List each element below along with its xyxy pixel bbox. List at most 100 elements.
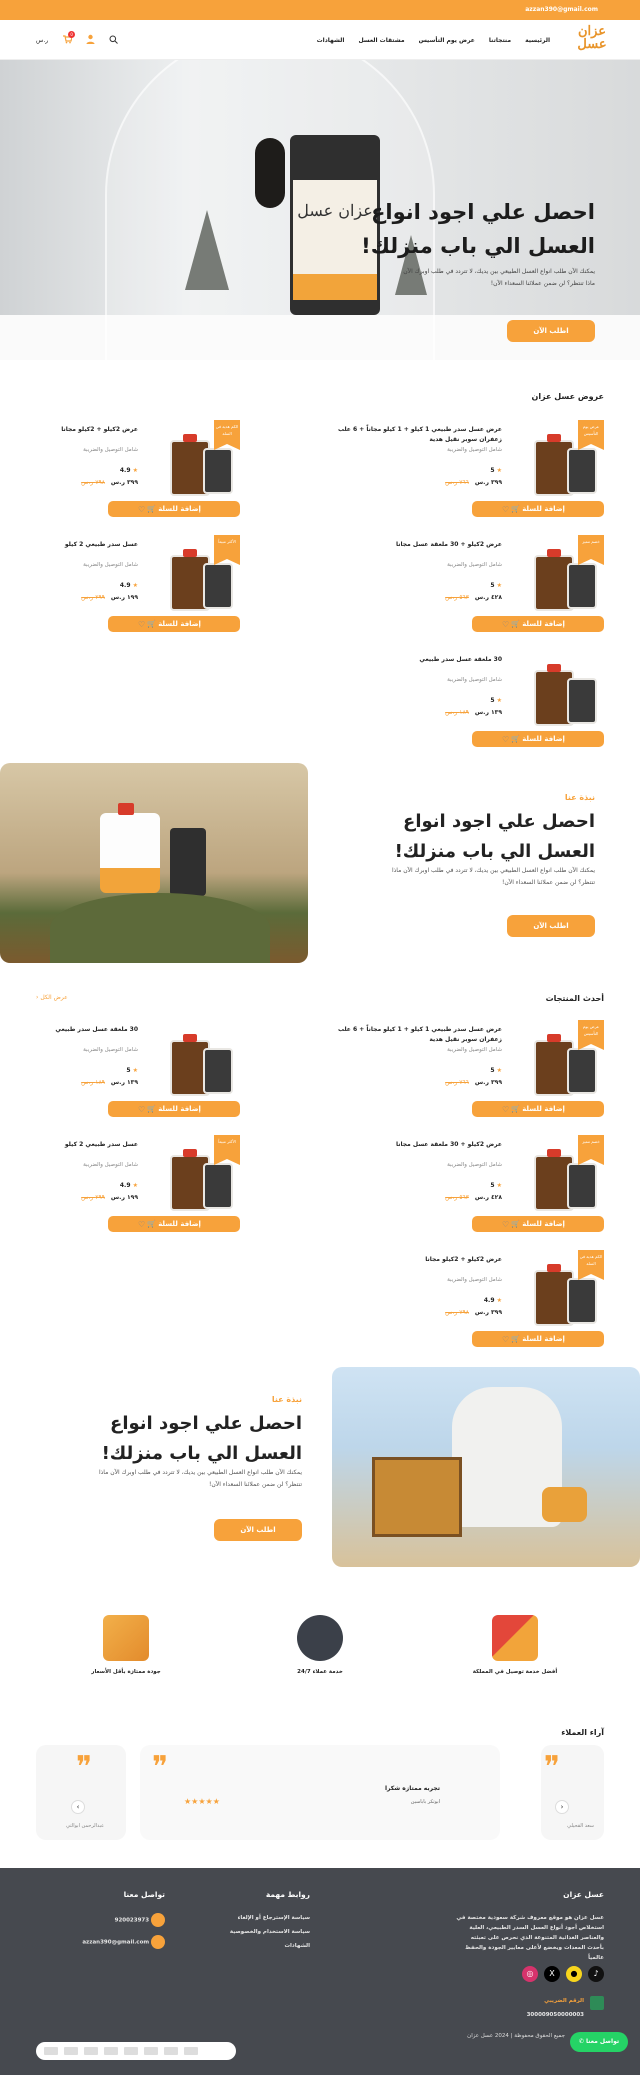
nav-certificates[interactable]: الشهادات	[317, 37, 345, 44]
about-order-button[interactable]: اطلب الآن	[507, 915, 595, 937]
hero-order-button[interactable]: اطلب الآن	[507, 320, 595, 342]
product-title[interactable]: عرض عسل سدر طبيعي 1 كيلو + 1 كيلو مجاناً…	[337, 425, 502, 445]
nav-founding-day[interactable]: عرض يوم التأسيس	[419, 37, 475, 44]
wishlist-heart-icon[interactable]: ♡	[502, 505, 509, 514]
phone-icon	[151, 1913, 165, 1927]
product-card[interactable]: عرض يوم التأسيس عرض عسل سدر طبيعي 1 كيلو …	[334, 1015, 604, 1125]
footer-link-privacy[interactable]: سياسة الاستخدام والخصوصية	[190, 1927, 310, 1937]
instagram-icon[interactable]: ◎	[522, 1966, 538, 1982]
site-logo[interactable]: عزان عسل	[574, 25, 610, 57]
search-icon[interactable]	[109, 35, 118, 46]
product-card[interactable]: عرض يوم التأسيس عرض عسل سدر طبيعي 1 كيلو …	[334, 415, 604, 525]
honey-jug	[203, 1048, 233, 1094]
rating-value: 4.9	[119, 1182, 131, 1189]
star-icon: ★	[496, 697, 502, 704]
review-left-name: عبدالرحمن ابوالتي	[66, 1823, 105, 1829]
wishlist-heart-icon[interactable]: ♡	[502, 1220, 509, 1229]
currency-label[interactable]: ر.س	[36, 37, 48, 44]
nav-derivatives[interactable]: مشتقات العسل	[358, 37, 404, 44]
price-old: ١٨٩ ر.س	[445, 709, 469, 716]
add-to-cart-button[interactable]: 🛒 إضافة للسلة	[472, 1331, 604, 1347]
add-to-cart-button[interactable]: 🛒 إضافة للسلة	[472, 616, 604, 632]
footer-phone: 920023973	[114, 1917, 150, 1924]
review-prev-arrow[interactable]: ‹	[71, 1800, 85, 1814]
payment-methods	[36, 2042, 236, 2060]
tax-label: الرقم الضريبي	[544, 1998, 584, 2004]
add-to-cart-label: إضافة للسلة	[522, 620, 565, 628]
star-icon: ★	[132, 582, 138, 589]
footer-phone-row[interactable]: 920023973	[35, 1913, 165, 1927]
hero-subtitle: يمكنك الآن طلب انواع العسل الطبيعي بين ي…	[403, 268, 595, 287]
product-rating: ★ 5	[490, 1182, 502, 1189]
wishlist-heart-icon[interactable]: ♡	[502, 1105, 509, 1114]
snapchat-icon[interactable]: ●	[566, 1966, 582, 1982]
about2-order-button[interactable]: اطلب الآن	[214, 1519, 302, 1541]
reviews-title: آراء العملاء	[561, 1728, 604, 1737]
rating-value: 5	[490, 1182, 495, 1189]
footer-email-row[interactable]: azzan390@gmail.com	[35, 1935, 165, 1949]
add-to-cart-button[interactable]: 🛒 إضافة للسلة	[108, 501, 240, 517]
nav-products[interactable]: منتجاتنا	[489, 37, 511, 44]
product-title[interactable]: عرض 2كيلو + 2كيلو مجانا	[337, 1255, 502, 1265]
tiktok-icon[interactable]: ♪	[588, 1966, 604, 1982]
review-next-arrow[interactable]: ›	[555, 1800, 569, 1814]
footer-about: عسل عزان عسل عزان هو موقع معروف شركة سعو…	[454, 1890, 604, 1963]
product-title[interactable]: عسل سدر طبيعي 2 كيلو	[0, 540, 138, 550]
add-to-cart-button[interactable]: 🛒 إضافة للسلة	[108, 616, 240, 632]
whatsapp-button[interactable]: ✆ تواصل معنا	[570, 2032, 628, 2052]
product-title[interactable]: عرض 2كيلو + 2كيلو مجانا	[0, 425, 138, 435]
wishlist-heart-icon[interactable]: ♡	[502, 620, 509, 629]
footer-link-refund[interactable]: سياسة الإسترجاع أو الإلغاء	[190, 1913, 310, 1923]
product-card[interactable]: الكم هدية في السلة عرض 2كيلو + 2كيلو مجان…	[0, 415, 240, 525]
product-price: ١٩٩ ر.س ٢٩٩ ر.س	[81, 594, 138, 601]
product-title[interactable]: عرض عسل سدر طبيعي 1 كيلو + 1 كيلو مجاناً…	[337, 1025, 502, 1045]
add-to-cart-button[interactable]: 🛒 إضافة للسلة	[472, 731, 604, 747]
cart-icon[interactable]: 0	[62, 31, 76, 46]
add-to-cart-button[interactable]: 🛒 إضافة للسلة	[472, 501, 604, 517]
wishlist-heart-icon[interactable]: ♡	[138, 620, 145, 629]
cart-icon: 🛒	[511, 735, 520, 743]
product-title[interactable]: عرض 2كيلو + 30 ملعقة عسل مجانا	[337, 540, 502, 550]
add-to-cart-button[interactable]: 🛒 إضافة للسلة	[108, 1216, 240, 1232]
product-card[interactable]: خصم مميز عرض 2كيلو + 30 ملعقة عسل مجانا شا…	[334, 530, 604, 640]
topbar-email[interactable]: azzan390@gmail.com	[525, 6, 598, 13]
rating-value: 5	[490, 697, 495, 704]
product-image[interactable]	[509, 650, 604, 730]
add-to-cart-button[interactable]: 🛒 إضافة للسلة	[472, 1101, 604, 1117]
honey-jug	[203, 1163, 233, 1209]
wishlist-heart-icon[interactable]: ♡	[138, 1105, 145, 1114]
add-to-cart-button[interactable]: 🛒 إضافة للسلة	[108, 1101, 240, 1117]
x-icon[interactable]: X	[544, 1966, 560, 1982]
product-card[interactable]: 30 ملعقة عسل سدر طبيعي شامل التوصيل والضر…	[0, 1015, 240, 1125]
footer-link-certificates[interactable]: الشهادات	[190, 1941, 310, 1951]
jug-cap	[547, 434, 561, 442]
add-to-cart-button[interactable]: 🛒 إضافة للسلة	[472, 1216, 604, 1232]
top-bar: azzan390@gmail.com	[0, 0, 640, 20]
product-price: ١٣٩ ر.س ١٨٩ ر.س	[81, 1079, 138, 1086]
wishlist-heart-icon[interactable]: ♡	[502, 1335, 509, 1344]
product-card[interactable]: الأكثر مبيعاً عسل سدر طبيعي 2 كيلو شامل ال…	[0, 530, 240, 640]
product-card[interactable]: خصم مميز عرض 2كيلو + 30 ملعقة عسل مجانا شا…	[334, 1130, 604, 1240]
product-title[interactable]: عسل سدر طبيعي 2 كيلو	[0, 1140, 138, 1150]
main-nav: الرئيسية منتجاتنا عرض يوم التأسيس مشتقات…	[317, 37, 550, 44]
view-all-link[interactable]: عرض الكل ‹	[36, 994, 68, 1001]
user-icon[interactable]	[86, 34, 95, 46]
add-to-cart-label: إضافة للسلة	[158, 505, 201, 513]
wishlist-heart-icon[interactable]: ♡	[502, 735, 509, 744]
add-to-cart-label: إضافة للسلة	[522, 505, 565, 513]
star-icon: ★	[496, 467, 502, 474]
product-image[interactable]	[145, 1020, 240, 1100]
footer-about-title: عسل عزان	[563, 1890, 604, 1899]
product-title[interactable]: 30 ملعقة عسل سدر طبيعي	[0, 1025, 138, 1035]
product-shipping: شامل التوصيل والضريبة	[447, 1277, 502, 1283]
product-card[interactable]: الكم هدية في السلة عرض 2كيلو + 2كيلو مجان…	[334, 1245, 604, 1355]
product-title[interactable]: 30 ملعقة عسل سدر طبيعي	[337, 655, 502, 665]
product-price: ٤٢٨ ر.س ٥٦٣ ر.س	[445, 594, 502, 601]
wishlist-heart-icon[interactable]: ♡	[138, 505, 145, 514]
product-title[interactable]: عرض 2كيلو + 30 ملعقة عسل مجانا	[337, 1140, 502, 1150]
product-card[interactable]: الأكثر مبيعاً عسل سدر طبيعي 2 كيلو شامل ال…	[0, 1130, 240, 1240]
wishlist-heart-icon[interactable]: ♡	[138, 1220, 145, 1229]
offers-title: عروض عسل عزان	[531, 392, 604, 401]
nav-home[interactable]: الرئيسية	[525, 37, 550, 44]
product-card[interactable]: 30 ملعقة عسل سدر طبيعي شامل التوصيل والضر…	[334, 645, 604, 755]
